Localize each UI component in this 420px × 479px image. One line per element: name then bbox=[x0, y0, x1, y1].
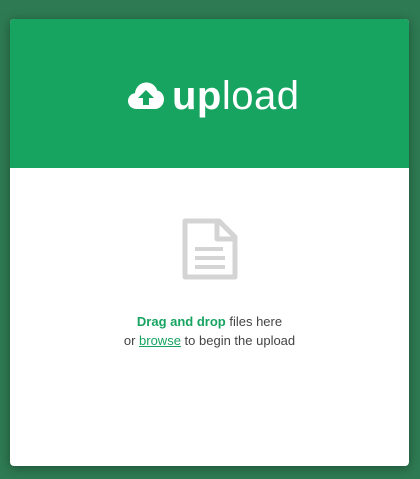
upload-header: upload bbox=[10, 19, 409, 168]
browse-link[interactable]: browse bbox=[139, 333, 181, 348]
cloud-upload-icon bbox=[128, 82, 164, 109]
drag-drop-rest: files here bbox=[225, 314, 283, 329]
upload-card: upload Drag and drop files here or brows… bbox=[10, 19, 409, 466]
browse-suffix: to begin the upload bbox=[180, 333, 296, 348]
drag-drop-label: Drag and drop bbox=[136, 314, 226, 329]
file-document-icon bbox=[182, 218, 238, 280]
dropzone-line-2: or browse to begin the upload bbox=[10, 331, 409, 350]
browse-prefix: or bbox=[123, 333, 140, 348]
brand-logo: upload bbox=[128, 73, 300, 119]
brand-text-bold: up bbox=[172, 74, 222, 118]
brand-text-light: load bbox=[221, 74, 300, 118]
dropzone-line-1: Drag and drop files here bbox=[10, 312, 409, 331]
dropzone-message: Drag and drop files here or browse to be… bbox=[10, 312, 409, 350]
